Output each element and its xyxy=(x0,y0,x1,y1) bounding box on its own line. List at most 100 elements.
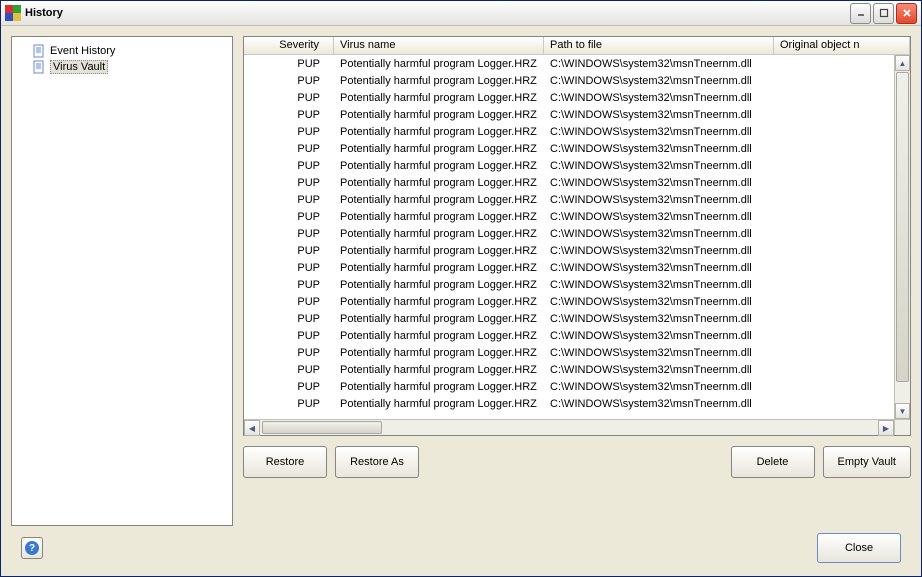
restore-as-button[interactable]: Restore As xyxy=(335,446,419,478)
document-icon xyxy=(32,60,46,74)
table-row[interactable]: PUPPotentially harmful program Logger.HR… xyxy=(244,225,910,242)
table-cell: PUP xyxy=(244,91,334,105)
minimize-button[interactable] xyxy=(850,3,871,24)
tree-item-virus-vault[interactable]: Virus Vault xyxy=(16,59,228,75)
help-icon: ? xyxy=(25,541,39,555)
scrollbar-thumb[interactable] xyxy=(262,421,382,434)
table-row[interactable]: PUPPotentially harmful program Logger.HR… xyxy=(244,310,910,327)
navigation-tree: Event History Virus Vault xyxy=(11,36,233,526)
help-button[interactable]: ? xyxy=(21,537,43,559)
table-cell: Potentially harmful program Logger.HRZ xyxy=(334,397,544,411)
table-row[interactable]: PUPPotentially harmful program Logger.HR… xyxy=(244,140,910,157)
restore-button[interactable]: Restore xyxy=(243,446,327,478)
table-cell xyxy=(774,403,910,405)
close-button[interactable]: Close xyxy=(817,533,901,563)
table-row[interactable]: PUPPotentially harmful program Logger.HR… xyxy=(244,106,910,123)
table-cell: Potentially harmful program Logger.HRZ xyxy=(334,312,544,326)
table-row[interactable]: PUPPotentially harmful program Logger.HR… xyxy=(244,344,910,361)
table-cell: PUP xyxy=(244,125,334,139)
table-row[interactable]: PUPPotentially harmful program Logger.HR… xyxy=(244,89,910,106)
table-cell: PUP xyxy=(244,346,334,360)
scroll-left-button[interactable]: ◀ xyxy=(244,420,260,436)
column-header-severity[interactable]: Severity xyxy=(244,37,334,54)
tree-item-label: Event History xyxy=(50,45,115,57)
table-cell xyxy=(774,97,910,99)
table-row[interactable]: PUPPotentially harmful program Logger.HR… xyxy=(244,242,910,259)
table-cell: PUP xyxy=(244,278,334,292)
table-cell xyxy=(774,369,910,371)
table-cell: Potentially harmful program Logger.HRZ xyxy=(334,125,544,139)
table-cell: C:\WINDOWS\system32\msnTneernm.dll xyxy=(544,227,774,241)
table-row[interactable]: PUPPotentially harmful program Logger.HR… xyxy=(244,55,910,72)
table-cell: Potentially harmful program Logger.HRZ xyxy=(334,57,544,71)
scroll-right-button[interactable]: ▶ xyxy=(878,420,894,436)
table-cell: C:\WINDOWS\system32\msnTneernm.dll xyxy=(544,380,774,394)
table-row[interactable]: PUPPotentially harmful program Logger.HR… xyxy=(244,259,910,276)
table-cell: Potentially harmful program Logger.HRZ xyxy=(334,261,544,275)
delete-button[interactable]: Delete xyxy=(731,446,815,478)
table-cell: C:\WINDOWS\system32\msnTneernm.dll xyxy=(544,346,774,360)
table-cell: Potentially harmful program Logger.HRZ xyxy=(334,278,544,292)
table-cell: PUP xyxy=(244,176,334,190)
table-cell: C:\WINDOWS\system32\msnTneernm.dll xyxy=(544,363,774,377)
table-row[interactable]: PUPPotentially harmful program Logger.HR… xyxy=(244,327,910,344)
table-row[interactable]: PUPPotentially harmful program Logger.HR… xyxy=(244,378,910,395)
table-cell: Potentially harmful program Logger.HRZ xyxy=(334,142,544,156)
scroll-down-button[interactable]: ▼ xyxy=(895,403,910,419)
table-cell: Potentially harmful program Logger.HRZ xyxy=(334,329,544,343)
table-cell: Potentially harmful program Logger.HRZ xyxy=(334,227,544,241)
empty-vault-button[interactable]: Empty Vault xyxy=(823,446,912,478)
table-cell xyxy=(774,250,910,252)
scrollbar-thumb[interactable] xyxy=(896,72,909,382)
table-cell: PUP xyxy=(244,142,334,156)
table-cell: PUP xyxy=(244,261,334,275)
table-cell xyxy=(774,267,910,269)
table-cell: Potentially harmful program Logger.HRZ xyxy=(334,295,544,309)
table-cell: C:\WINDOWS\system32\msnTneernm.dll xyxy=(544,397,774,411)
column-header-original[interactable]: Original object n xyxy=(774,37,910,54)
window-close-button[interactable] xyxy=(896,3,917,24)
table-cell: Potentially harmful program Logger.HRZ xyxy=(334,74,544,88)
table-row[interactable]: PUPPotentially harmful program Logger.HR… xyxy=(244,361,910,378)
table-row[interactable]: PUPPotentially harmful program Logger.HR… xyxy=(244,157,910,174)
table-row[interactable]: PUPPotentially harmful program Logger.HR… xyxy=(244,293,910,310)
table-cell: C:\WINDOWS\system32\msnTneernm.dll xyxy=(544,312,774,326)
titlebar[interactable]: History xyxy=(1,1,921,26)
column-header-path[interactable]: Path to file xyxy=(544,37,774,54)
table-cell: Potentially harmful program Logger.HRZ xyxy=(334,346,544,360)
table-cell: PUP xyxy=(244,312,334,326)
table-row[interactable]: PUPPotentially harmful program Logger.HR… xyxy=(244,174,910,191)
column-header-virus-name[interactable]: Virus name xyxy=(334,37,544,54)
scroll-up-button[interactable]: ▲ xyxy=(895,55,910,71)
table-cell xyxy=(774,352,910,354)
table-cell: Potentially harmful program Logger.HRZ xyxy=(334,193,544,207)
table-cell: Potentially harmful program Logger.HRZ xyxy=(334,91,544,105)
table-row[interactable]: PUPPotentially harmful program Logger.HR… xyxy=(244,72,910,89)
table-row[interactable]: PUPPotentially harmful program Logger.HR… xyxy=(244,395,910,412)
table-row[interactable]: PUPPotentially harmful program Logger.HR… xyxy=(244,191,910,208)
table-cell: C:\WINDOWS\system32\msnTneernm.dll xyxy=(544,74,774,88)
table-cell xyxy=(774,284,910,286)
table-cell: PUP xyxy=(244,329,334,343)
table-cell: PUP xyxy=(244,108,334,122)
horizontal-scrollbar[interactable]: ◀ ▶ xyxy=(244,419,910,435)
table-row[interactable]: PUPPotentially harmful program Logger.HR… xyxy=(244,123,910,140)
table-cell: PUP xyxy=(244,210,334,224)
table-row[interactable]: PUPPotentially harmful program Logger.HR… xyxy=(244,276,910,293)
vertical-scrollbar[interactable]: ▲ ▼ xyxy=(894,55,910,419)
table-cell: C:\WINDOWS\system32\msnTneernm.dll xyxy=(544,278,774,292)
table-cell: Potentially harmful program Logger.HRZ xyxy=(334,363,544,377)
window-title: History xyxy=(25,7,850,19)
table-row[interactable]: PUPPotentially harmful program Logger.HR… xyxy=(244,208,910,225)
table-cell: C:\WINDOWS\system32\msnTneernm.dll xyxy=(544,295,774,309)
table-cell: Potentially harmful program Logger.HRZ xyxy=(334,210,544,224)
table-cell: PUP xyxy=(244,363,334,377)
table-cell: Potentially harmful program Logger.HRZ xyxy=(334,108,544,122)
table-cell: C:\WINDOWS\system32\msnTneernm.dll xyxy=(544,91,774,105)
history-window: History Event History xyxy=(0,0,922,577)
maximize-button[interactable] xyxy=(873,3,894,24)
table-body: PUPPotentially harmful program Logger.HR… xyxy=(244,55,910,419)
table-cell: PUP xyxy=(244,193,334,207)
close-icon xyxy=(902,8,912,18)
tree-item-event-history[interactable]: Event History xyxy=(16,43,228,59)
